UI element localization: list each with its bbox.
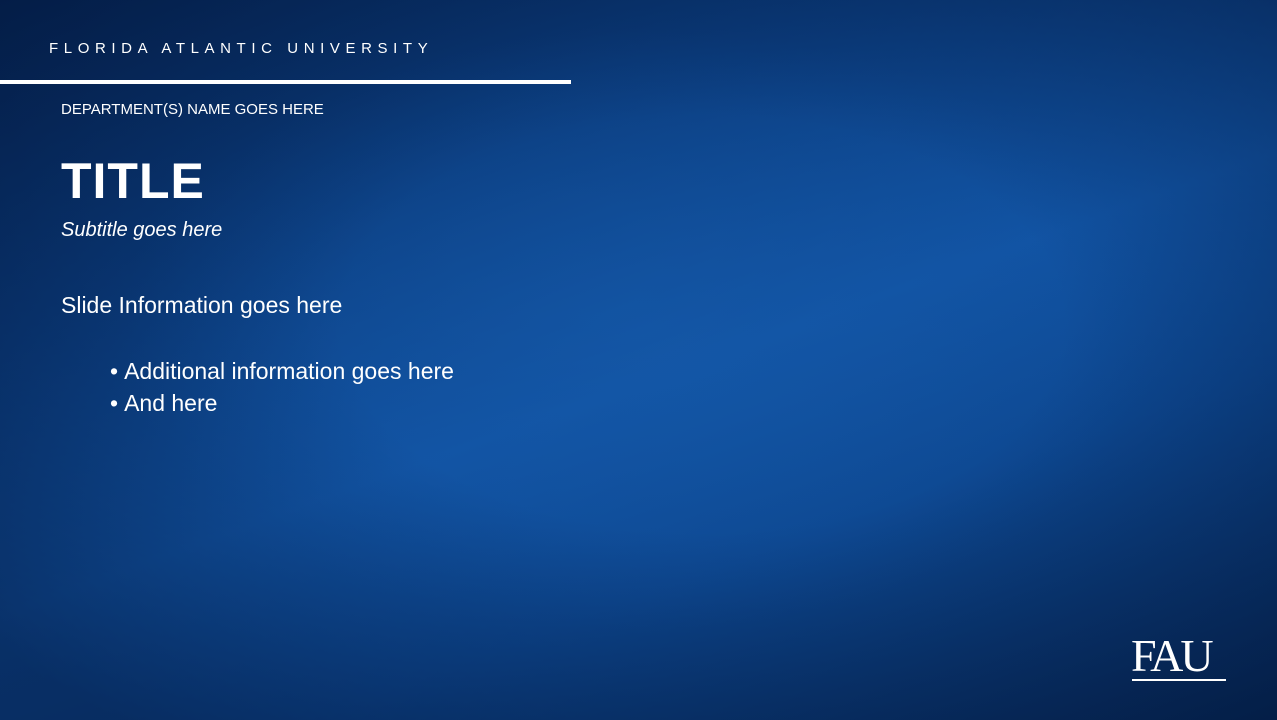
logo-underline — [1132, 679, 1226, 681]
bullet-icon: • — [110, 390, 119, 416]
bullet-item: • And here — [110, 387, 454, 419]
fau-logo: FAU — [1131, 630, 1227, 682]
slide-title: TITLE — [61, 153, 205, 209]
department-name: DEPARTMENT(S) NAME GOES HERE — [61, 101, 324, 118]
bullet-text: Additional information goes here — [124, 358, 454, 384]
bullet-icon: • — [110, 358, 119, 384]
slide-body-text: Slide Information goes here — [61, 292, 343, 318]
bullet-text: And here — [124, 390, 218, 416]
university-name: FLORIDA ATLANTIC UNIVERSITY — [49, 40, 434, 57]
fau-wave-logo-icon: FAU — [1131, 630, 1214, 681]
slide-subtitle: Subtitle goes here — [61, 219, 223, 241]
bullet-item: • Additional information goes here — [110, 355, 454, 387]
bullet-list: • Additional information goes here • And h… — [110, 355, 454, 419]
header-divider — [0, 80, 571, 84]
slide: FLORIDA ATLANTIC UNIVERSITY DEPARTMENT(S… — [0, 0, 1277, 720]
